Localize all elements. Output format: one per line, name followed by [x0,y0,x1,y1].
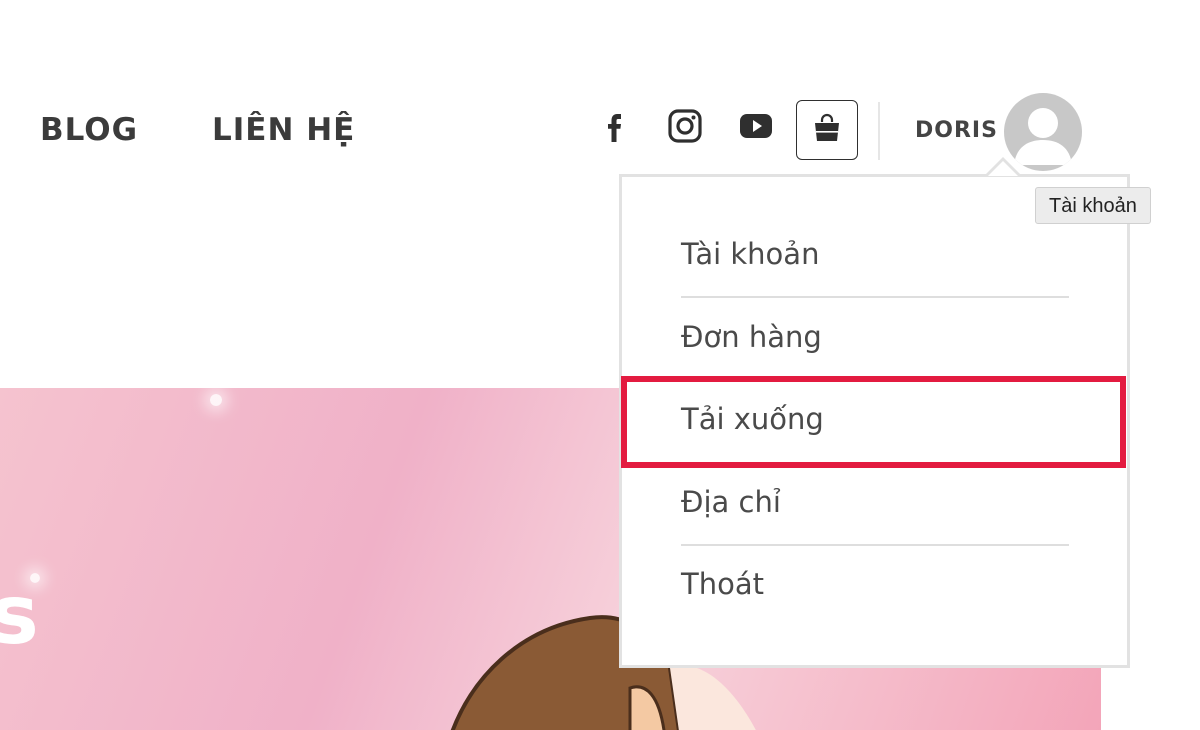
menu-item-account[interactable]: Tài khoản [681,237,1069,271]
menu-divider [681,296,1069,298]
nav-link-blog[interactable]: BLOG [40,112,138,148]
nav-link-contact[interactable]: LIÊN HỆ [212,112,355,148]
account-tooltip: Tài khoản [1035,187,1151,224]
menu-item-downloads[interactable]: Tải xuống [681,402,1069,436]
sparkle [210,394,222,406]
cart-button[interactable] [796,100,858,160]
username[interactable]: DORIS [915,118,998,143]
youtube-icon[interactable] [734,104,778,148]
header-divider [878,102,880,160]
facebook-icon[interactable] [593,104,637,148]
shopping-bag-icon [810,111,844,149]
menu-item-addresses[interactable]: Địa chỉ [681,485,1069,519]
menu-item-orders[interactable]: Đơn hàng [681,320,1069,354]
instagram-icon[interactable] [663,104,707,148]
menu-item-logout[interactable]: Thoát [681,567,1069,601]
hero-title-fragment: s [0,568,39,663]
menu-caret-inner [988,161,1018,176]
menu-divider [681,544,1069,546]
